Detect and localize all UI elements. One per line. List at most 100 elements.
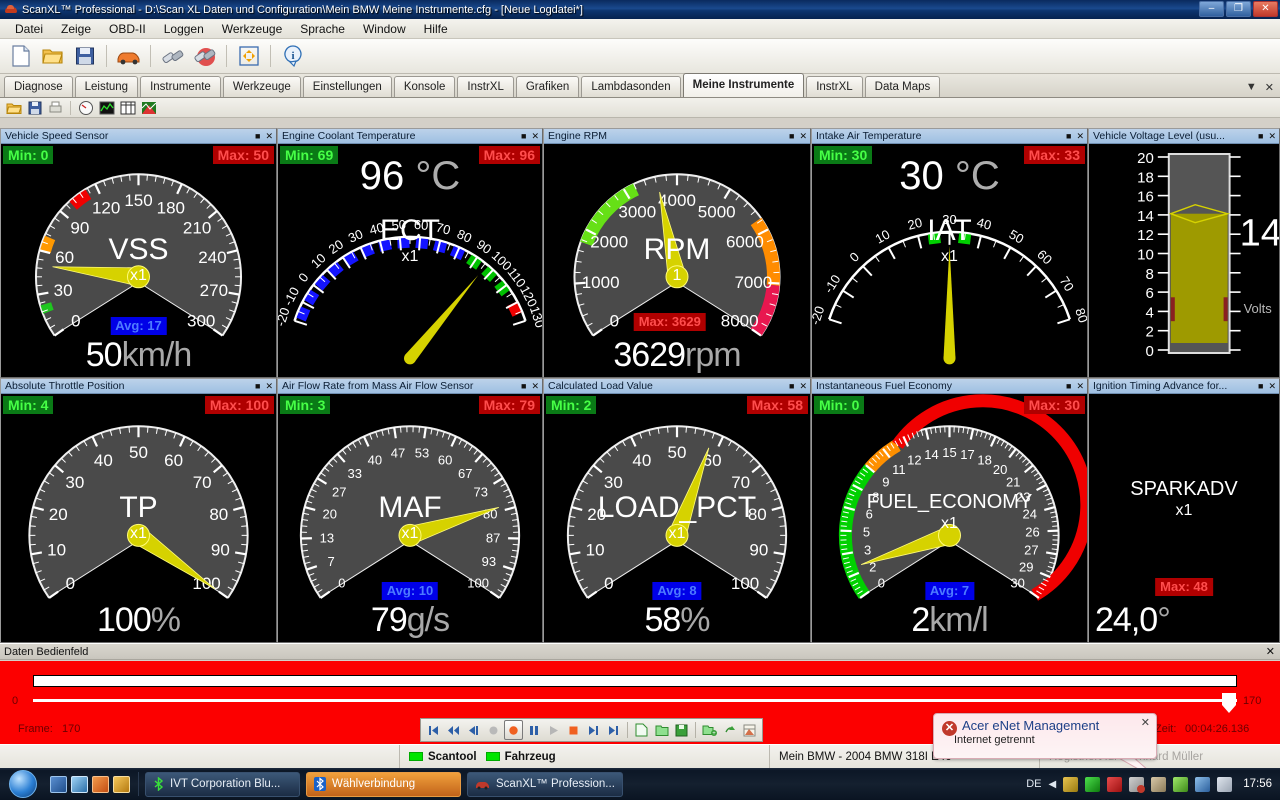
step-back-icon[interactable] <box>464 720 483 740</box>
gauge-close-icon[interactable]: ✕ <box>1268 129 1276 143</box>
tab-grafiken[interactable]: Grafiken <box>516 76 579 97</box>
taskbar-item-2[interactable]: ScanXL™ Profession... <box>467 772 623 797</box>
taskbar-item-0[interactable]: IVT Corporation Blu... <box>145 772 300 797</box>
gauge-window-fuel_economy[interactable]: Instantaneous Fuel Economy ■✕02356891112… <box>811 378 1088 643</box>
tab-dropdown-icon[interactable]: ▼ <box>1246 81 1257 94</box>
volume-icon[interactable] <box>1217 777 1232 792</box>
gauge-close-icon[interactable]: ✕ <box>1076 129 1084 143</box>
taskbar-item-1[interactable]: Wählverbindung <box>306 772 461 797</box>
open-log-icon[interactable] <box>652 720 671 740</box>
gauge-close-icon[interactable]: ✕ <box>799 379 807 393</box>
graph-view-icon[interactable] <box>97 99 116 116</box>
gauge-minimize-icon[interactable]: ■ <box>255 129 260 143</box>
menu-item-sprache[interactable]: Sprache <box>291 20 354 38</box>
skip-start-icon[interactable] <box>424 720 443 740</box>
gauge-minimize-icon[interactable]: ■ <box>789 129 794 143</box>
tab-diagnose[interactable]: Diagnose <box>4 76 73 97</box>
rewind-icon[interactable] <box>444 720 463 740</box>
vehicle-icon[interactable] <box>114 42 143 71</box>
save-config-icon[interactable] <box>25 99 44 116</box>
pause-icon[interactable] <box>524 720 543 740</box>
gauge-close-icon[interactable]: ✕ <box>265 379 273 393</box>
driver-icon[interactable] <box>1151 777 1166 792</box>
gauge-minimize-icon[interactable]: ■ <box>521 129 526 143</box>
scrub-slider[interactable] <box>33 699 1237 702</box>
scrub-slider-thumb[interactable] <box>1222 693 1236 713</box>
layout-icon[interactable] <box>234 42 263 71</box>
tab-werkzeuge[interactable]: Werkzeuge <box>223 76 301 97</box>
data-panel-close-icon[interactable]: ✕ <box>1266 644 1275 659</box>
menu-item-datei[interactable]: Datei <box>6 20 52 38</box>
datamap-icon[interactable] <box>740 720 759 740</box>
gauge-window-rpm[interactable]: Engine RPM ■✕010002000300040005000600070… <box>543 128 811 378</box>
gauge-window-vss[interactable]: Vehicle Speed Sensor ■✕03060901201501802… <box>0 128 277 378</box>
gauge-close-icon[interactable]: ✕ <box>531 379 539 393</box>
gauge-window-maf[interactable]: Air Flow Rate from Mass Air Flow Sensor … <box>277 378 543 643</box>
network-switch-icon[interactable] <box>71 776 88 793</box>
tab-leistung[interactable]: Leistung <box>75 76 138 97</box>
menu-item-obd-ii[interactable]: OBD-II <box>100 20 155 38</box>
menu-item-zeige[interactable]: Zeige <box>52 20 100 38</box>
upload-icon[interactable] <box>720 720 739 740</box>
close-button[interactable]: ✕ <box>1253 1 1278 17</box>
minimize-button[interactable]: – <box>1199 1 1224 17</box>
tab-meine-instrumente[interactable]: Meine Instrumente <box>683 73 805 97</box>
skip-end-icon[interactable] <box>604 720 623 740</box>
record-off-icon[interactable] <box>484 720 503 740</box>
export-icon[interactable]: + <box>700 720 719 740</box>
step-forward-icon[interactable] <box>584 720 603 740</box>
save-log-icon[interactable] <box>672 720 691 740</box>
tab-instrxl[interactable]: InstrXL <box>457 76 513 97</box>
start-button[interactable] <box>0 769 46 799</box>
menu-item-loggen[interactable]: Loggen <box>155 20 213 38</box>
tab-close-icon[interactable]: ✕ <box>1265 81 1274 94</box>
maximize-button[interactable]: ❐ <box>1226 1 1251 17</box>
notification-popup[interactable]: ✕ Acer eNet Management Internet getrennt… <box>933 713 1157 759</box>
tab-konsole[interactable]: Konsole <box>394 76 456 97</box>
enet-disconnected-icon[interactable] <box>1129 777 1144 792</box>
tab-instrxl[interactable]: InstrXL <box>806 76 862 97</box>
timer-icon[interactable] <box>113 776 130 793</box>
menu-item-werkzeuge[interactable]: Werkzeuge <box>213 20 291 38</box>
gauge-minimize-icon[interactable]: ■ <box>1066 379 1071 393</box>
gauge-close-icon[interactable]: ✕ <box>1076 379 1084 393</box>
info-icon[interactable]: i <box>278 42 307 71</box>
record-icon[interactable] <box>504 720 523 740</box>
tab-lambdasonden[interactable]: Lambdasonden <box>581 76 680 97</box>
tab-data-maps[interactable]: Data Maps <box>865 76 941 97</box>
gauge-close-icon[interactable]: ✕ <box>799 129 807 143</box>
gauge-window-ect[interactable]: Engine Coolant Temperature ■✕-20-1001020… <box>277 128 543 378</box>
new-file-icon[interactable] <box>6 42 35 71</box>
network-icon[interactable] <box>1195 777 1210 792</box>
notification-close-icon[interactable]: ✕ <box>1141 716 1150 729</box>
language-indicator[interactable]: DE <box>1026 778 1041 790</box>
disconnect-icon[interactable] <box>190 42 219 71</box>
gauge-minimize-icon[interactable]: ■ <box>1258 129 1263 143</box>
menu-item-hilfe[interactable]: Hilfe <box>415 20 457 38</box>
gauge-minimize-icon[interactable]: ■ <box>789 379 794 393</box>
connect-icon[interactable] <box>158 42 187 71</box>
gauge-minimize-icon[interactable]: ■ <box>1258 379 1263 393</box>
gauge-window-iat[interactable]: Intake Air Temperature ■✕-20-10010203040… <box>811 128 1088 378</box>
scanxl-launch-icon[interactable] <box>92 776 109 793</box>
print-icon[interactable] <box>46 99 65 116</box>
bluetooth-tray-icon[interactable] <box>1085 777 1100 792</box>
battery-icon[interactable] <box>1173 777 1188 792</box>
new-log-icon[interactable] <box>632 720 651 740</box>
save-icon[interactable] <box>70 42 99 71</box>
gauge-minimize-icon[interactable]: ■ <box>1066 129 1071 143</box>
stop-icon[interactable] <box>564 720 583 740</box>
tab-instrumente[interactable]: Instrumente <box>140 76 221 97</box>
datamap-view-icon[interactable] <box>139 99 158 116</box>
show-desktop-icon[interactable] <box>50 776 67 793</box>
gauge-minimize-icon[interactable]: ■ <box>521 379 526 393</box>
gauge-minimize-icon[interactable]: ■ <box>255 379 260 393</box>
open-folder-icon[interactable] <box>38 42 67 71</box>
antivirus-icon[interactable] <box>1107 777 1122 792</box>
gauge-window-tp[interactable]: Absolute Throttle Position ■✕01020304050… <box>0 378 277 643</box>
gauge-close-icon[interactable]: ✕ <box>265 129 273 143</box>
menu-item-window[interactable]: Window <box>354 20 415 38</box>
tray-expand-icon[interactable]: ◀ <box>1049 779 1057 790</box>
gauge-window-load_pct[interactable]: Calculated Load Value ■✕0102030405060708… <box>543 378 811 643</box>
gauge-view-icon[interactable] <box>76 99 95 116</box>
